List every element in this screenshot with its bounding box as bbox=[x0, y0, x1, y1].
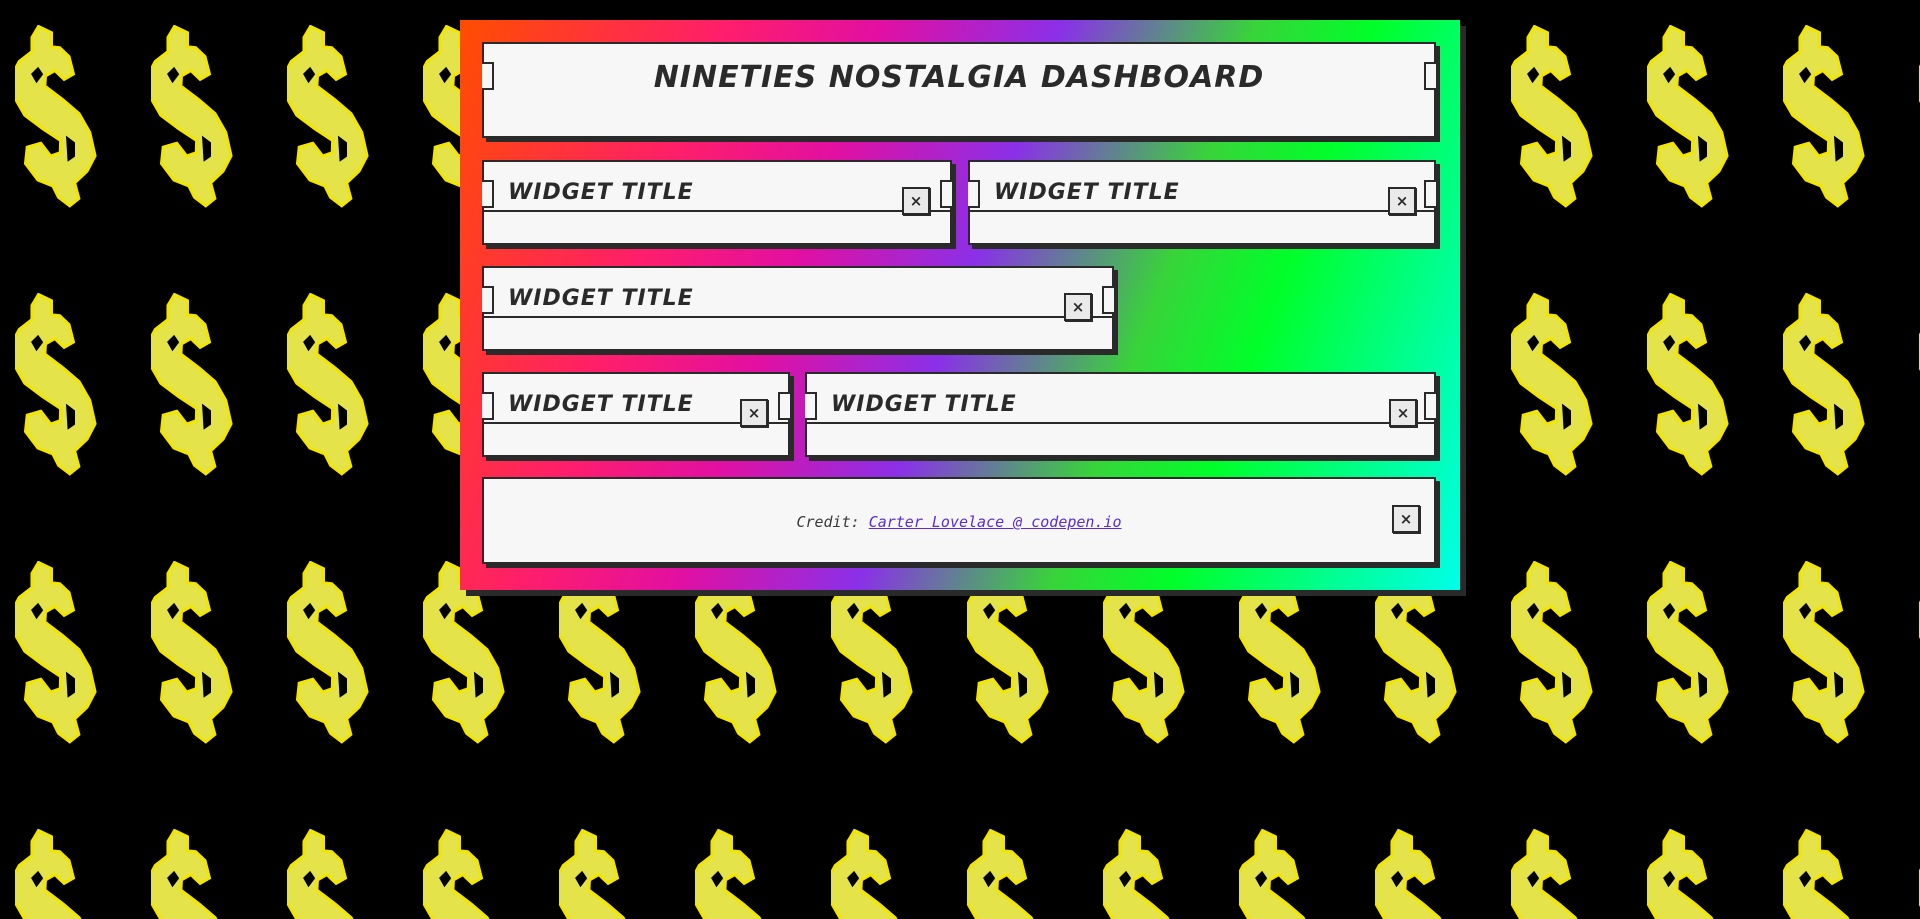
widget-title-bar[interactable]: Widget Title bbox=[482, 268, 1114, 318]
widget-panel: Widget Title × bbox=[482, 372, 790, 457]
close-icon[interactable]: × bbox=[902, 187, 930, 215]
widget-left-tab bbox=[482, 392, 494, 420]
credit-link[interactable]: Carter Lovelace @ codepen.io bbox=[869, 513, 1122, 531]
widget-left-tab bbox=[482, 286, 494, 314]
widget-title-bar[interactable]: Widget Title bbox=[968, 162, 1436, 212]
widget-left-tab bbox=[805, 392, 817, 420]
widget-right-tab bbox=[1424, 180, 1436, 208]
close-icon[interactable]: × bbox=[1389, 399, 1417, 427]
dashboard-window: Nineties Nostalgia Dashboard Widget Titl… bbox=[460, 20, 1460, 590]
widget-left-tab bbox=[482, 180, 494, 208]
widget-right-tab bbox=[778, 392, 790, 420]
widget-left-tab bbox=[968, 180, 980, 208]
close-icon[interactable]: × bbox=[1392, 505, 1420, 533]
widget-right-tab bbox=[1102, 286, 1114, 314]
page-title: Nineties Nostalgia Dashboard bbox=[653, 60, 1265, 95]
widget-panel: Widget Title × bbox=[482, 266, 1114, 351]
widget-title-bar[interactable]: Widget Title bbox=[482, 162, 952, 212]
widget-title: Widget Title bbox=[831, 392, 1017, 417]
widget-right-tab bbox=[940, 180, 952, 208]
close-icon[interactable]: × bbox=[1388, 187, 1416, 215]
close-icon[interactable]: × bbox=[740, 399, 768, 427]
widget-title: Widget Title bbox=[508, 392, 694, 417]
widget-panel: Widget Title × bbox=[482, 160, 952, 245]
header-panel: Nineties Nostalgia Dashboard bbox=[482, 42, 1436, 138]
widget-title: Widget Title bbox=[508, 286, 694, 311]
credit-text: Credit: Carter Lovelace @ codepen.io bbox=[484, 513, 1434, 531]
widget-title-bar[interactable]: Widget Title bbox=[805, 374, 1436, 424]
widget-right-tab bbox=[1424, 392, 1436, 420]
close-icon[interactable]: × bbox=[1064, 293, 1092, 321]
widget-panel: Widget Title × bbox=[805, 372, 1436, 457]
credit-prefix: Credit: bbox=[796, 513, 869, 531]
widget-panel: Widget Title × bbox=[968, 160, 1436, 245]
widget-title: Widget Title bbox=[994, 180, 1180, 205]
credit-panel: Credit: Carter Lovelace @ codepen.io × bbox=[482, 477, 1436, 564]
widget-title: Widget Title bbox=[508, 180, 694, 205]
